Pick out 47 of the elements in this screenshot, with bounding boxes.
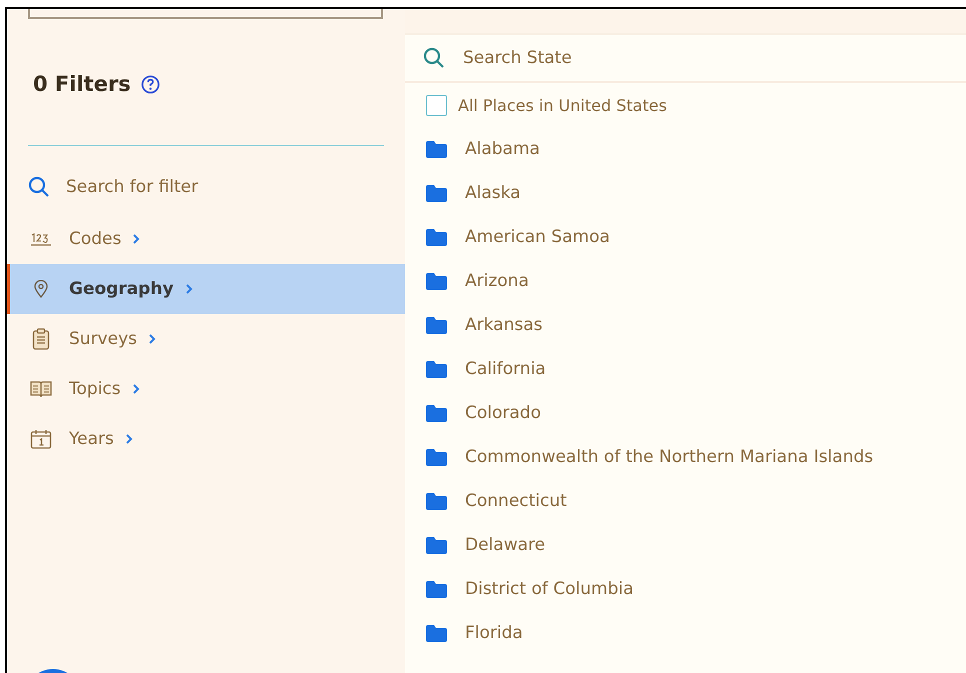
state-item[interactable]: American Samoa [405,215,966,259]
chevron-icon [132,383,140,395]
numbers-icon [30,232,52,246]
state-item[interactable]: Commonwealth of the Northern Mariana Islands [405,435,966,479]
checkbox[interactable] [426,94,447,116]
state-item[interactable]: Colorado [405,391,966,435]
nav-item[interactable]: Geography [7,264,405,314]
state-item[interactable]: California [405,347,966,391]
nav-item[interactable]: Topics [7,364,405,414]
state-search-field[interactable]: Search State [463,48,863,68]
state-item[interactable]: Connecticut [405,479,966,523]
filter-search-field[interactable]: Search for filter [66,177,326,197]
clipboard-icon [32,328,50,350]
folder-icon [426,140,447,158]
chevron-icon [148,333,156,345]
checkbox-label: All Places in United States [458,96,667,114]
folder-icon [426,184,447,202]
chevron-icon [132,233,140,245]
folder-icon [426,624,447,642]
state-item[interactable]: Arkansas [405,303,966,347]
help-icon[interactable] [140,74,160,94]
state-item[interactable]: Alaska [405,171,966,215]
state-item[interactable]: Arizona [405,259,966,303]
open-book-icon [30,380,52,398]
folder-icon [426,228,447,246]
folder-icon [426,580,447,598]
folder-icon [426,272,447,290]
chevron-icon [124,433,133,445]
folder-icon [426,360,447,378]
folder-icon [426,536,447,554]
search-icon [423,47,445,69]
state-item[interactable]: Delaware [405,523,966,567]
location-pin-icon [34,280,48,298]
folder-icon [426,316,447,334]
state-item[interactable]: Alabama [405,127,966,171]
search-icon [28,176,50,198]
nav-item[interactable]: Years [7,414,405,464]
folder-icon [426,448,447,466]
state-item[interactable]: Florida [405,611,966,655]
chevron-icon [184,283,193,295]
folder-icon [426,404,447,422]
filters-title: 0 Filters [33,72,131,96]
nav-item[interactable]: Surveys [7,314,405,364]
folder-icon [426,492,447,510]
calendar-icon [30,429,52,449]
state-item[interactable]: District of Columbia [405,567,966,611]
nav-item[interactable]: Codes [7,214,405,264]
